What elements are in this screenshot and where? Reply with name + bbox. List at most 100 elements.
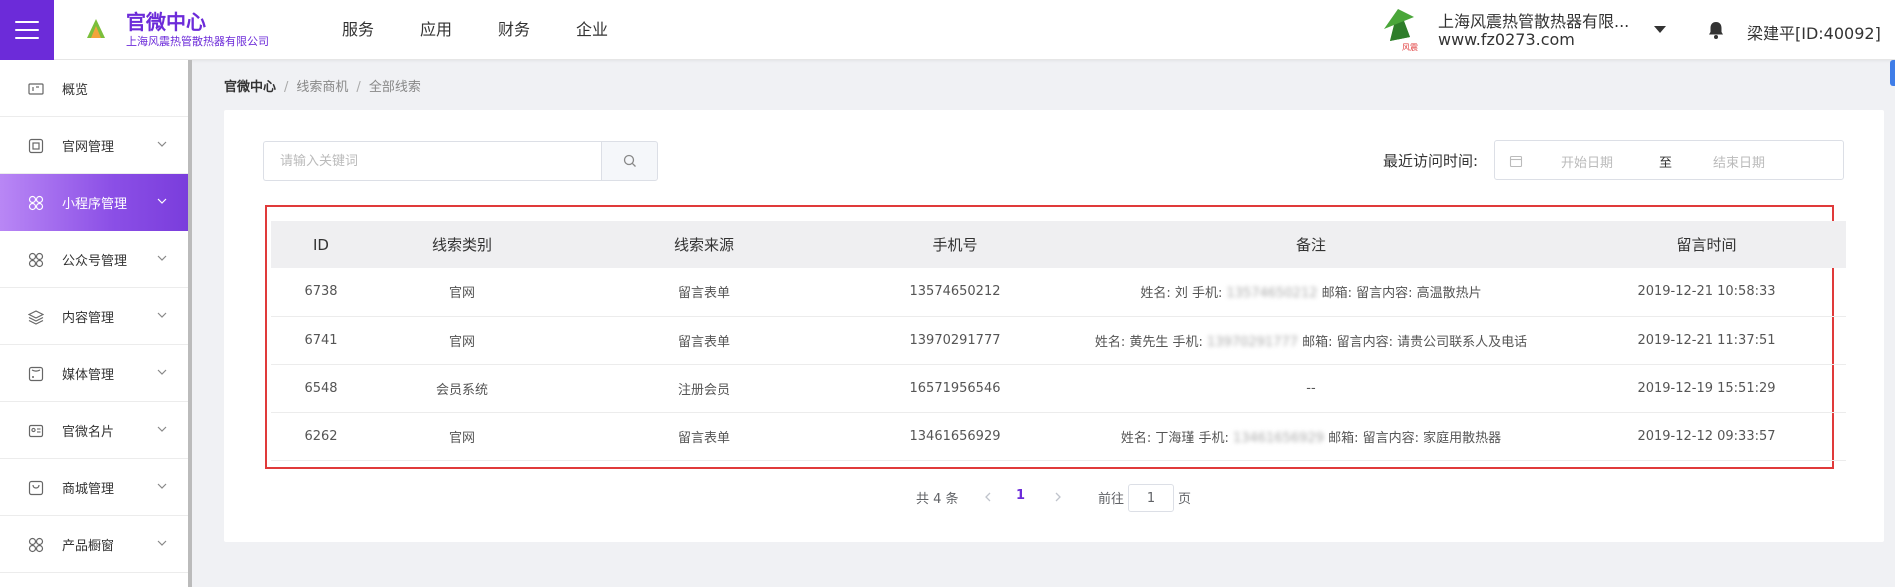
pagination-page-suffix: 页 [1178,492,1192,507]
top-nav: 服务 应用 财务 企业 [342,0,654,60]
column-header-phone[interactable]: 手机号 [855,221,1055,268]
breadcrumb: 官微中心 / 线索商机 / 全部线索 [224,76,421,95]
company-name[interactable]: 上海风震热管散热器有限... [1438,8,1629,32]
chevron-down-icon [157,483,167,489]
date-range-picker[interactable]: 开始日期 至 结束日期 [1494,140,1844,180]
sidebar: 概览 官网管理 小程序管理 公众号管理 内容管理 媒体管理 官微名片 商城管理 … [0,60,190,587]
product-icon [28,537,44,553]
content-icon [28,310,44,325]
shop-icon [28,480,44,496]
cell-time: 2019-12-21 11:37:51 [1567,316,1846,365]
cell-phone: 13461656929 [855,412,1055,461]
page-number-current[interactable]: 1 [1016,488,1025,503]
website-icon [28,138,44,154]
column-header-id[interactable]: ID [271,221,371,268]
menu-toggle-button[interactable] [0,0,54,60]
sidebar-item-label: 公众号管理 [62,254,128,269]
chevron-right-icon [1055,492,1061,502]
sidebar-item-product[interactable]: 产品橱窗 [0,516,188,573]
official-account-icon [28,252,44,268]
leads-table: ID 线索类别 线索来源 手机号 备注 留言时间 6738 官网 留言表单 13… [271,221,1846,461]
chevron-down-icon [157,198,167,204]
pagination-goto-label: 前往 [1098,492,1125,507]
company-logo-icon: 风震 [1384,9,1418,52]
cell-note: -- [1055,364,1567,413]
cell-note: 姓名: 黄先生 手机: 13970291777 邮箱: 留言内容: 请贵公司联系… [1055,316,1567,365]
table-header-row: ID 线索类别 线索来源 手机号 备注 留言时间 [271,221,1846,268]
sidebar-item-miniapp[interactable]: 小程序管理 [0,174,188,231]
brand-logo-icon [87,19,105,38]
card-icon [28,424,44,438]
breadcrumb-leads[interactable]: 线索商机 [296,80,348,95]
breadcrumb-root[interactable]: 官微中心 [224,80,276,95]
side-panel-tab[interactable] [1890,60,1895,86]
nav-apps[interactable]: 应用 [420,0,452,60]
cell-phone: 13574650212 [855,268,1055,317]
sidebar-item-media[interactable]: 媒体管理 [0,345,188,402]
pagination-goto-input[interactable] [1128,484,1174,512]
user-name[interactable]: 梁建平[ID:40092] [1747,20,1881,44]
date-separator: 至 [1659,156,1673,171]
note-blurred-phone: 13574650212 [1226,286,1318,302]
column-header-time[interactable]: 留言时间 [1567,221,1846,268]
note-text: 姓名: 刘 手机: [1140,286,1223,302]
next-page-button[interactable] [1048,484,1068,510]
bell-icon[interactable] [1706,20,1726,40]
date-end[interactable]: 结束日期 [1713,152,1765,171]
nav-enterprise[interactable]: 企业 [576,0,608,60]
cell-note: 姓名: 丁海瑾 手机: 13461656929 邮箱: 留言内容: 家庭用散热器 [1055,412,1567,461]
sidebar-scrollbar[interactable] [188,60,192,587]
cell-time: 2019-12-19 15:51:29 [1567,364,1846,413]
search-button[interactable] [601,141,658,181]
sidebar-item-shop[interactable]: 商城管理 [0,459,188,516]
table-row[interactable]: 6741 官网 留言表单 13970291777 姓名: 黄先生 手机: 139… [271,316,1846,365]
cell-time: 2019-12-12 09:33:57 [1567,412,1846,461]
note-text: -- [1306,380,1316,396]
cell-source: 注册会员 [553,364,855,413]
sidebar-item-website[interactable]: 官网管理 [0,117,188,174]
company-logo-text: 风震 [1402,43,1418,52]
cell-phone: 13970291777 [855,316,1055,365]
cell-id: 6548 [271,364,371,413]
sidebar-item-label: 产品橱窗 [62,539,115,554]
table-row[interactable]: 6738 官网 留言表单 13574650212 姓名: 刘 手机: 13574… [271,268,1846,317]
column-header-note[interactable]: 备注 [1055,221,1567,268]
sidebar-item-overview[interactable]: 概览 [0,60,188,117]
nav-service[interactable]: 服务 [342,0,374,60]
sidebar-item-label: 官微名片 [62,425,115,440]
prev-page-button[interactable] [978,484,998,510]
company-url: www.fz0273.com [1438,30,1575,49]
sidebar-item-card[interactable]: 官微名片 [0,402,188,459]
search-input[interactable] [263,141,602,181]
chevron-down-icon [157,369,167,375]
top-header: 官微中心 上海风震热管散热器有限公司 服务 应用 财务 企业 风震 上海风震热管… [0,0,1895,60]
chevron-down-icon [157,141,167,147]
breadcrumb-all-leads: 全部线索 [368,80,421,95]
column-header-category[interactable]: 线索类别 [371,221,553,268]
nav-finance[interactable]: 财务 [498,0,530,60]
company-dropdown-icon[interactable] [1654,26,1666,33]
date-start[interactable]: 开始日期 [1561,152,1613,171]
table-row[interactable]: 6548 会员系统 注册会员 16571956546 -- 2019-12-19… [271,364,1846,413]
note-blurred-phone: 13970291777 [1207,334,1298,350]
chevron-down-icon [157,255,167,261]
column-header-source[interactable]: 线索来源 [553,221,855,268]
overview-icon [28,83,44,95]
cell-category: 官网 [371,412,553,461]
cell-id: 6738 [271,268,371,317]
chevron-down-icon [157,540,167,546]
sidebar-item-official-account[interactable]: 公众号管理 [0,231,188,288]
cell-time: 2019-12-21 10:58:33 [1567,268,1846,317]
note-text: 邮箱: 留言内容: 家庭用散热器 [1328,430,1502,446]
chevron-down-icon [157,312,167,318]
table-row[interactable]: 6262 官网 留言表单 13461656929 姓名: 丁海瑾 手机: 134… [271,412,1846,461]
brand-subtitle: 上海风震热管散热器有限公司 [126,35,269,48]
breadcrumb-separator: / [356,80,361,95]
sidebar-item-label: 小程序管理 [62,197,128,212]
leads-table-highlight: ID 线索类别 线索来源 手机号 备注 留言时间 6738 官网 留言表单 13… [265,205,1846,469]
pagination-total: 共 4 条 [916,492,959,507]
sidebar-item-label: 官网管理 [62,140,115,155]
chevron-left-icon [985,492,991,502]
note-blurred-phone: 13461656929 [1233,430,1324,446]
sidebar-item-content[interactable]: 内容管理 [0,288,188,345]
